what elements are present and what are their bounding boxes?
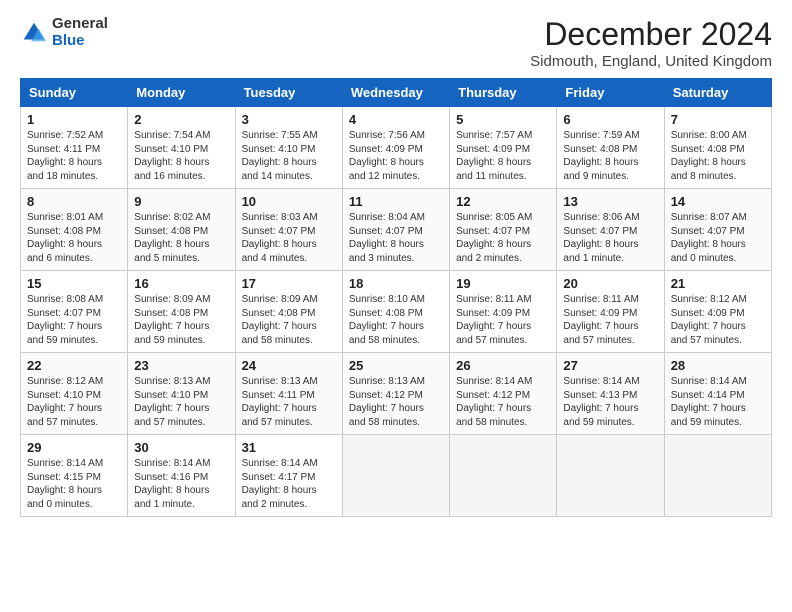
day-10: 10Sunrise: 8:03 AMSunset: 4:07 PMDayligh… [235, 189, 342, 271]
day-20: 20Sunrise: 8:11 AMSunset: 4:09 PMDayligh… [557, 271, 664, 353]
day-21: 21Sunrise: 8:12 AMSunset: 4:09 PMDayligh… [664, 271, 771, 353]
day-3: 3Sunrise: 7:55 AMSunset: 4:10 PMDaylight… [235, 107, 342, 189]
day-13: 13Sunrise: 8:06 AMSunset: 4:07 PMDayligh… [557, 189, 664, 271]
empty-cell [557, 435, 664, 517]
day-4: 4Sunrise: 7:56 AMSunset: 4:09 PMDaylight… [342, 107, 449, 189]
day-9: 9Sunrise: 8:02 AMSunset: 4:08 PMDaylight… [128, 189, 235, 271]
day-22: 22Sunrise: 8:12 AMSunset: 4:10 PMDayligh… [21, 353, 128, 435]
day-1: 1Sunrise: 7:52 AMSunset: 4:11 PMDaylight… [21, 107, 128, 189]
month-title: December 2024 [530, 16, 772, 53]
day-19: 19Sunrise: 8:11 AMSunset: 4:09 PMDayligh… [450, 271, 557, 353]
logo-general-text: General [52, 16, 108, 33]
header-monday: Monday [128, 79, 235, 107]
calendar-week-3: 15Sunrise: 8:08 AMSunset: 4:07 PMDayligh… [21, 271, 772, 353]
day-11: 11Sunrise: 8:04 AMSunset: 4:07 PMDayligh… [342, 189, 449, 271]
day-8: 8Sunrise: 8:01 AMSunset: 4:08 PMDaylight… [21, 189, 128, 271]
day-30: 30Sunrise: 8:14 AMSunset: 4:16 PMDayligh… [128, 435, 235, 517]
page-header: General Blue December 2024 Sidmouth, Eng… [20, 16, 772, 70]
empty-cell [450, 435, 557, 517]
day-24: 24Sunrise: 8:13 AMSunset: 4:11 PMDayligh… [235, 353, 342, 435]
day-31: 31Sunrise: 8:14 AMSunset: 4:17 PMDayligh… [235, 435, 342, 517]
day-28: 28Sunrise: 8:14 AMSunset: 4:14 PMDayligh… [664, 353, 771, 435]
header-wednesday: Wednesday [342, 79, 449, 107]
day-18: 18Sunrise: 8:10 AMSunset: 4:08 PMDayligh… [342, 271, 449, 353]
day-6: 6Sunrise: 7:59 AMSunset: 4:08 PMDaylight… [557, 107, 664, 189]
logo-icon [20, 19, 48, 47]
day-7: 7Sunrise: 8:00 AMSunset: 4:08 PMDaylight… [664, 107, 771, 189]
day-27: 27Sunrise: 8:14 AMSunset: 4:13 PMDayligh… [557, 353, 664, 435]
calendar-week-1: 1Sunrise: 7:52 AMSunset: 4:11 PMDaylight… [21, 107, 772, 189]
day-17: 17Sunrise: 8:09 AMSunset: 4:08 PMDayligh… [235, 271, 342, 353]
day-15: 15Sunrise: 8:08 AMSunset: 4:07 PMDayligh… [21, 271, 128, 353]
header-tuesday: Tuesday [235, 79, 342, 107]
header-thursday: Thursday [450, 79, 557, 107]
header-saturday: Saturday [664, 79, 771, 107]
calendar-week-5: 29Sunrise: 8:14 AMSunset: 4:15 PMDayligh… [21, 435, 772, 517]
logo-blue-text: Blue [52, 33, 108, 50]
day-26: 26Sunrise: 8:14 AMSunset: 4:12 PMDayligh… [450, 353, 557, 435]
day-23: 23Sunrise: 8:13 AMSunset: 4:10 PMDayligh… [128, 353, 235, 435]
calendar-header-row: Sunday Monday Tuesday Wednesday Thursday… [21, 79, 772, 107]
empty-cell [664, 435, 771, 517]
logo: General Blue [20, 16, 108, 49]
calendar-week-2: 8Sunrise: 8:01 AMSunset: 4:08 PMDaylight… [21, 189, 772, 271]
day-25: 25Sunrise: 8:13 AMSunset: 4:12 PMDayligh… [342, 353, 449, 435]
empty-cell [342, 435, 449, 517]
title-block: December 2024 Sidmouth, England, United … [530, 16, 772, 70]
day-14: 14Sunrise: 8:07 AMSunset: 4:07 PMDayligh… [664, 189, 771, 271]
day-5: 5Sunrise: 7:57 AMSunset: 4:09 PMDaylight… [450, 107, 557, 189]
day-29: 29Sunrise: 8:14 AMSunset: 4:15 PMDayligh… [21, 435, 128, 517]
header-friday: Friday [557, 79, 664, 107]
day-2: 2Sunrise: 7:54 AMSunset: 4:10 PMDaylight… [128, 107, 235, 189]
header-sunday: Sunday [21, 79, 128, 107]
day-12: 12Sunrise: 8:05 AMSunset: 4:07 PMDayligh… [450, 189, 557, 271]
day-16: 16Sunrise: 8:09 AMSunset: 4:08 PMDayligh… [128, 271, 235, 353]
calendar-week-4: 22Sunrise: 8:12 AMSunset: 4:10 PMDayligh… [21, 353, 772, 435]
calendar-table: Sunday Monday Tuesday Wednesday Thursday… [20, 78, 772, 517]
location-subtitle: Sidmouth, England, United Kingdom [530, 53, 772, 70]
